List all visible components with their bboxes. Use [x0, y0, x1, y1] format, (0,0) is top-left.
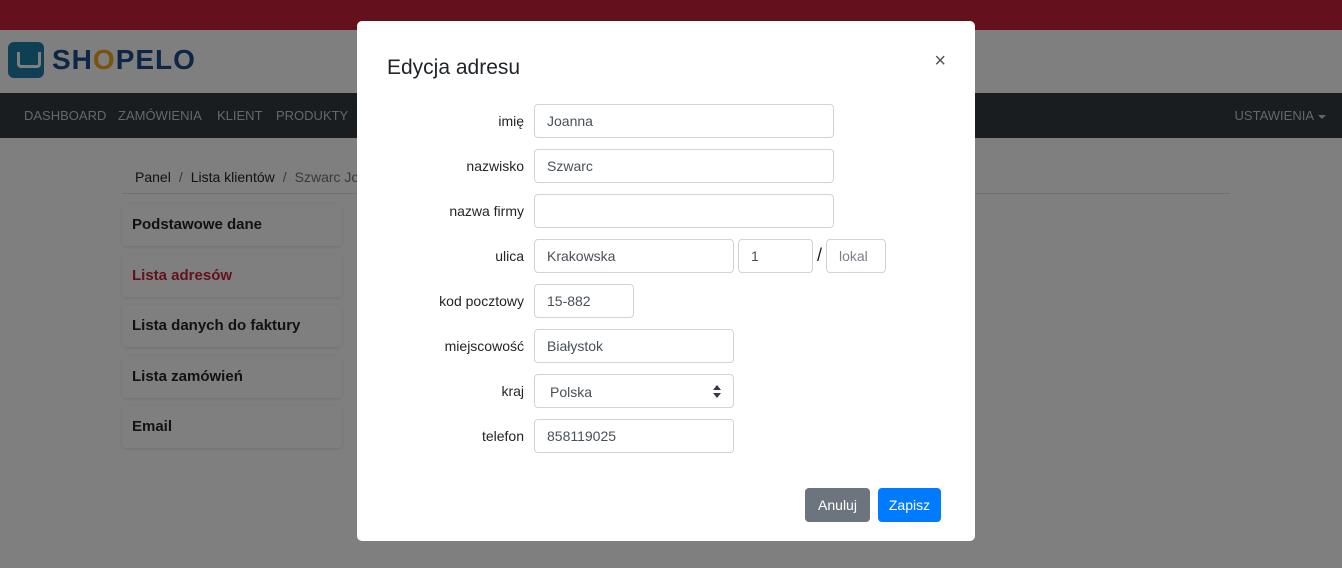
close-icon[interactable]: × [934, 51, 946, 71]
address-separator: / [817, 245, 823, 265]
modal-title: Edycja adresu [387, 56, 521, 79]
company-label: nazwa firmy [449, 203, 524, 219]
first-name-label: imię [498, 113, 524, 129]
country-select[interactable]: Polska [534, 374, 734, 408]
last-name-input[interactable] [534, 149, 834, 183]
apartment-input[interactable] [826, 239, 886, 273]
city-input[interactable] [534, 329, 734, 363]
postal-code-label: kod pocztowy [439, 293, 524, 309]
postal-code-input[interactable] [534, 284, 634, 318]
city-label: miejscowość [444, 338, 524, 354]
phone-input[interactable] [534, 419, 734, 453]
save-button[interactable]: Zapisz [878, 488, 941, 522]
country-select-value: Polska [550, 384, 593, 400]
company-input[interactable] [534, 194, 834, 228]
house-number-input[interactable] [738, 239, 813, 273]
last-name-label: nazwisko [466, 158, 524, 174]
first-name-input[interactable] [534, 104, 834, 138]
street-label: ulica [495, 248, 524, 264]
country-label: kraj [501, 383, 524, 399]
select-arrows-icon [713, 385, 721, 399]
cancel-button[interactable]: Anuluj [805, 488, 870, 522]
phone-label: telefon [481, 428, 524, 444]
edit-address-modal: Edycja adresu × imię nazwisko nazwa firm… [357, 21, 975, 541]
street-input[interactable] [534, 239, 734, 273]
